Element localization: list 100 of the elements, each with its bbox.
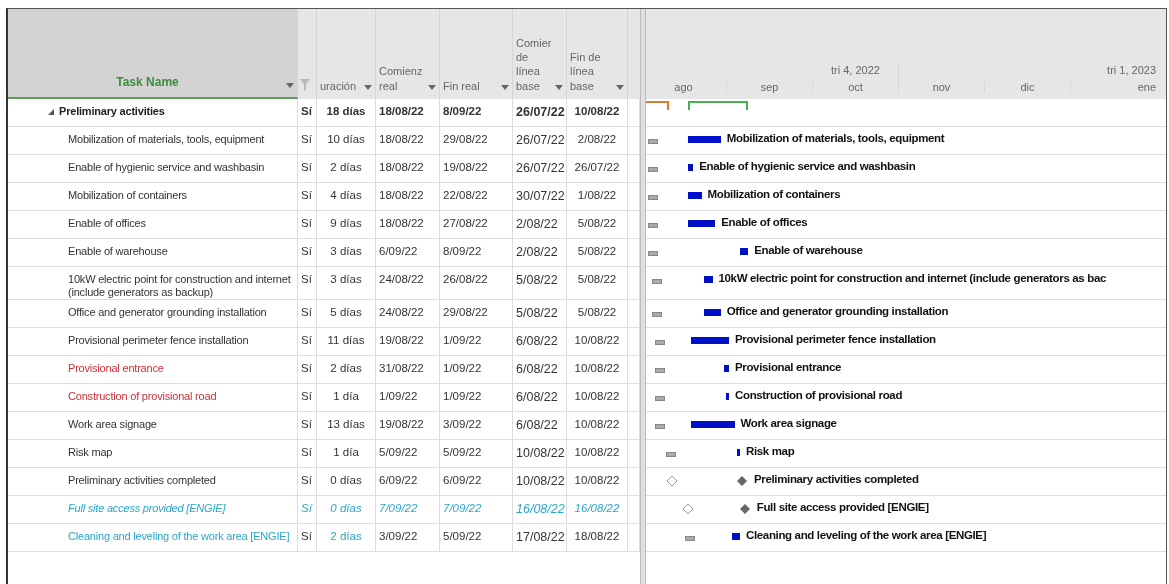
bar-label: Work area signage bbox=[740, 417, 837, 430]
task-name: Enable of warehouse bbox=[68, 245, 168, 259]
bar-label: Mobilization of materials, tools, equipment bbox=[726, 132, 945, 144]
task-name: Office and generator grounding installation bbox=[68, 306, 267, 320]
date-cell: 5/08/22 bbox=[516, 306, 558, 321]
duration-cell: 1 día bbox=[333, 446, 359, 459]
date-cell: 7/09/22 bbox=[443, 502, 482, 515]
dropdown-icon[interactable] bbox=[428, 85, 436, 90]
date-cell: 5/09/22 bbox=[443, 530, 482, 543]
duration-cell: 2 días bbox=[330, 362, 362, 375]
date-cell: 1/09/22 bbox=[443, 334, 482, 347]
task-bar[interactable] bbox=[687, 192, 702, 199]
duration-cell: 2 días bbox=[330, 530, 362, 543]
date-cell: 16/08/22 bbox=[516, 502, 565, 517]
bar-label: Full site access provided [ENGIE] bbox=[756, 501, 929, 514]
task-bar[interactable] bbox=[690, 337, 729, 345]
task-name: Risk map bbox=[68, 446, 113, 460]
date-cell: 10/08/22 bbox=[516, 446, 565, 461]
date-cell: 10/08/22 bbox=[574, 474, 620, 487]
task-bar[interactable] bbox=[723, 365, 729, 373]
task-bar[interactable] bbox=[704, 309, 721, 317]
column-header[interactable]: Fin de línea base bbox=[567, 9, 628, 99]
task-bar[interactable] bbox=[740, 248, 749, 255]
date-cell: 26/07/22 bbox=[516, 161, 565, 175]
task-bar[interactable] bbox=[687, 220, 716, 227]
collapse-icon[interactable] bbox=[48, 109, 54, 115]
date-cell: 6/08/22 bbox=[516, 362, 558, 377]
month-label: oct bbox=[848, 81, 863, 93]
column-header[interactable]: Fin real bbox=[440, 9, 513, 99]
table-cell: Sí bbox=[301, 273, 312, 285]
task-name: Preliminary activities completed bbox=[68, 474, 216, 488]
duration-cell: 0 días bbox=[330, 502, 362, 515]
task-name: Construction of provisional road bbox=[68, 390, 217, 404]
task-bar[interactable] bbox=[737, 449, 741, 457]
date-cell: 19/08/22 bbox=[443, 161, 488, 173]
task-name: Mobilization of materials, tools, equipment bbox=[68, 133, 265, 147]
task-name: Preliminary activities bbox=[59, 105, 165, 119]
date-cell: 8/09/22 bbox=[443, 245, 482, 257]
date-cell: 24/08/22 bbox=[379, 273, 424, 285]
column-header[interactable]: Comienz real bbox=[376, 9, 440, 99]
table-cell: Sí bbox=[301, 306, 312, 319]
date-cell: 7/09/22 bbox=[379, 502, 418, 515]
duration-cell: 2 días bbox=[330, 161, 362, 173]
baseline-bar bbox=[652, 312, 662, 318]
bar-label: Office and generator grounding installation bbox=[726, 305, 949, 318]
duration-cell: 13 días bbox=[327, 418, 365, 431]
table-cell: Sí bbox=[301, 105, 312, 117]
date-cell: 5/08/22 bbox=[577, 306, 617, 319]
dropdown-icon[interactable] bbox=[286, 83, 294, 88]
date-cell: 30/07/22 bbox=[516, 189, 565, 203]
table-cell: Sí bbox=[301, 474, 312, 487]
date-cell: 16/08/22 bbox=[574, 502, 620, 515]
quarter-label: tri 1, 2023 bbox=[1107, 64, 1156, 76]
task-bar[interactable] bbox=[687, 164, 694, 171]
milestone-icon[interactable] bbox=[736, 475, 748, 488]
task-name: Mobilization of containers bbox=[68, 189, 187, 203]
date-cell: 18/08/22 bbox=[379, 217, 424, 229]
summary-bracket bbox=[687, 101, 749, 110]
table-cell: Sí bbox=[301, 390, 312, 403]
date-cell: 27/08/22 bbox=[443, 217, 488, 229]
date-cell: 26/07/22 bbox=[574, 161, 620, 173]
date-cell: 6/09/22 bbox=[443, 474, 482, 487]
date-cell: 10/08/22 bbox=[574, 446, 620, 459]
date-cell: 10/08/22 bbox=[516, 474, 565, 489]
month-label: ago bbox=[674, 81, 693, 93]
duration-cell: 0 días bbox=[330, 474, 362, 487]
table-cell: Sí bbox=[301, 446, 312, 459]
date-cell: 10/08/22 bbox=[574, 105, 620, 117]
dropdown-icon[interactable] bbox=[555, 85, 563, 90]
date-cell: 24/08/22 bbox=[379, 306, 424, 319]
task-bar[interactable] bbox=[726, 393, 730, 401]
task-name: Provisional entrance bbox=[68, 362, 164, 376]
bar-label: Enable of offices bbox=[721, 216, 808, 228]
bar-label: Construction of provisional road bbox=[735, 389, 903, 402]
task-bar[interactable] bbox=[690, 421, 735, 429]
date-cell: 22/08/22 bbox=[443, 189, 488, 201]
milestone-icon[interactable] bbox=[738, 503, 751, 516]
dropdown-icon[interactable] bbox=[364, 85, 372, 90]
baseline-bar bbox=[652, 279, 662, 284]
baseline-bar bbox=[654, 396, 665, 402]
table-cell: Sí bbox=[301, 133, 312, 145]
date-cell: 2/08/22 bbox=[516, 217, 558, 231]
task-name-header[interactable]: Task Name bbox=[8, 9, 298, 99]
date-cell: 6/09/22 bbox=[379, 245, 418, 257]
bar-label: 10kW electric point for construction and internet (include generators as bac bbox=[718, 272, 1106, 284]
quarter-label: tri 4, 2022 bbox=[831, 64, 880, 76]
dropdown-icon[interactable] bbox=[616, 85, 624, 90]
date-cell: 6/08/22 bbox=[516, 418, 558, 433]
duration-cell: 11 días bbox=[327, 334, 365, 347]
dropdown-icon[interactable] bbox=[501, 85, 509, 90]
baseline-bar bbox=[654, 424, 665, 430]
date-cell: 1/09/22 bbox=[443, 362, 482, 375]
date-cell: 10/08/22 bbox=[574, 390, 620, 403]
date-cell: 3/09/22 bbox=[443, 418, 482, 431]
table-cell: Sí bbox=[301, 502, 312, 515]
task-bar[interactable] bbox=[731, 533, 740, 541]
duration-cell: 1 día bbox=[333, 390, 359, 403]
column-header[interactable]: uración bbox=[317, 9, 376, 99]
task-bar[interactable] bbox=[687, 136, 721, 143]
column-header[interactable]: Comier de línea base bbox=[513, 9, 567, 99]
